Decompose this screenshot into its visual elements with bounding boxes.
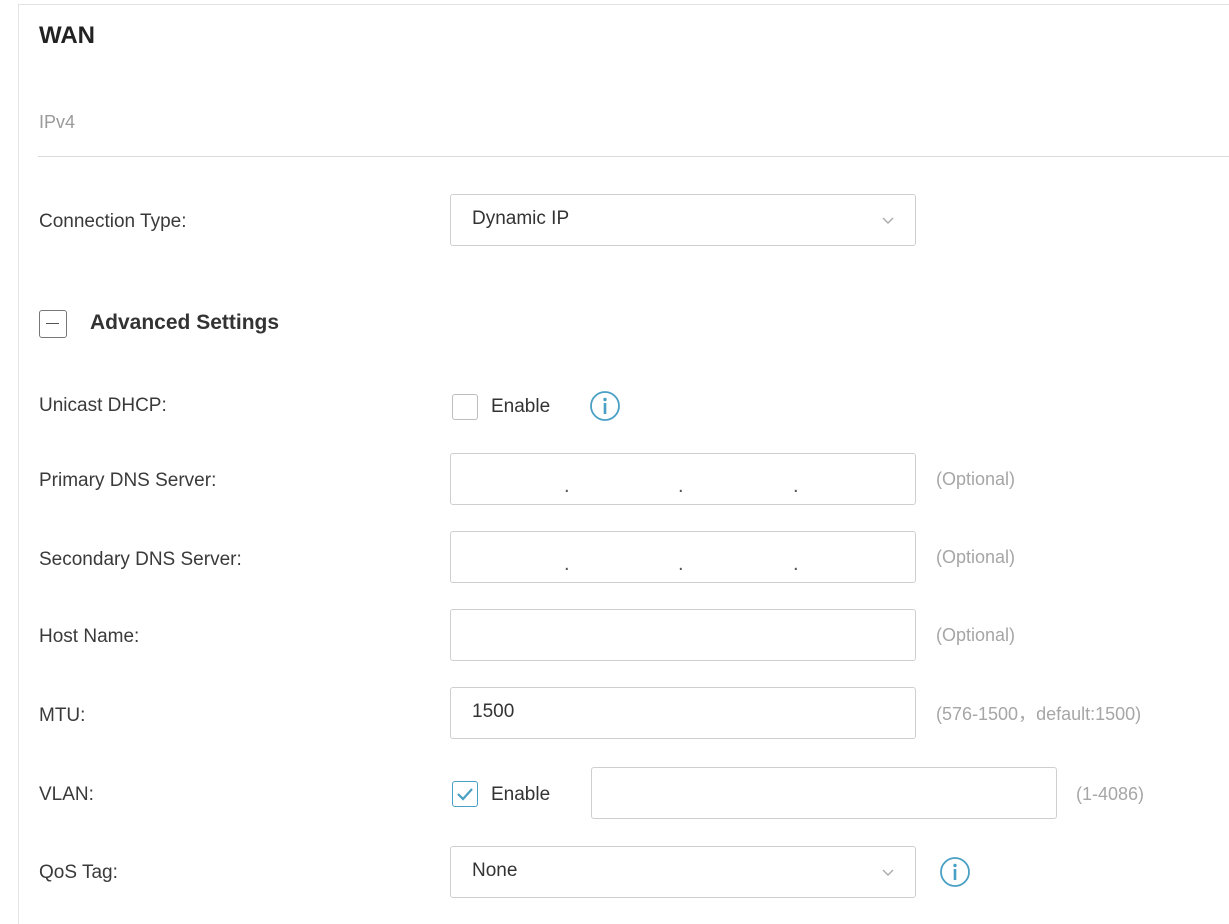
mtu-hint: (576-1500，default:1500) bbox=[936, 704, 1142, 724]
primary-dns-label: Primary DNS Server: bbox=[39, 470, 217, 491]
ip-separator: . bbox=[678, 553, 684, 575]
info-icon[interactable] bbox=[939, 856, 971, 888]
mtu-input[interactable]: 1500 bbox=[450, 687, 916, 739]
qos-tag-label: QoS Tag: bbox=[39, 862, 118, 883]
primary-dns-input[interactable]: . . . bbox=[450, 453, 916, 505]
vlan-label: VLAN: bbox=[39, 784, 94, 805]
primary-dns-hint: (Optional) bbox=[936, 469, 1016, 489]
chevron-down-icon bbox=[882, 869, 894, 876]
qos-tag-select[interactable]: None bbox=[450, 846, 916, 898]
advanced-settings-heading[interactable]: Advanced Settings bbox=[90, 311, 279, 335]
connection-type-select[interactable]: Dynamic IP bbox=[450, 194, 916, 246]
divider bbox=[38, 156, 1229, 157]
host-name-hint: (Optional) bbox=[936, 625, 1016, 645]
secondary-dns-input[interactable]: . . . bbox=[450, 531, 916, 583]
ip-separator: . bbox=[678, 475, 684, 497]
mtu-value: 1500 bbox=[472, 701, 515, 722]
ip-separator: . bbox=[793, 553, 799, 575]
vlan-hint: (1-4086) bbox=[1076, 784, 1145, 804]
info-icon[interactable] bbox=[589, 390, 621, 422]
checkmark-icon bbox=[457, 788, 473, 801]
mtu-label: MTU: bbox=[39, 705, 86, 726]
ip-separator: . bbox=[793, 475, 799, 497]
connection-type-label: Connection Type: bbox=[39, 211, 187, 232]
host-name-label: Host Name: bbox=[39, 626, 140, 647]
vlan-id-input[interactable] bbox=[591, 767, 1057, 819]
vlan-enable-label[interactable]: Enable bbox=[491, 783, 550, 807]
unicast-dhcp-enable-label[interactable]: Enable bbox=[491, 395, 550, 419]
ip-separator: . bbox=[564, 475, 570, 497]
tab-ipv4[interactable]: IPv4 bbox=[39, 112, 75, 133]
page-title: WAN bbox=[39, 22, 95, 49]
unicast-dhcp-label: Unicast DHCP: bbox=[39, 395, 167, 416]
chevron-down-icon bbox=[882, 217, 894, 224]
host-name-input[interactable] bbox=[450, 609, 916, 661]
unicast-dhcp-checkbox[interactable] bbox=[452, 394, 478, 420]
connection-type-value: Dynamic IP bbox=[472, 208, 570, 229]
ip-separator: . bbox=[564, 553, 570, 575]
secondary-dns-label: Secondary DNS Server: bbox=[39, 549, 242, 570]
collapse-advanced-toggle[interactable] bbox=[39, 310, 67, 338]
vlan-checkbox[interactable] bbox=[452, 781, 478, 807]
secondary-dns-hint: (Optional) bbox=[936, 547, 1016, 567]
qos-tag-value: None bbox=[472, 860, 518, 881]
